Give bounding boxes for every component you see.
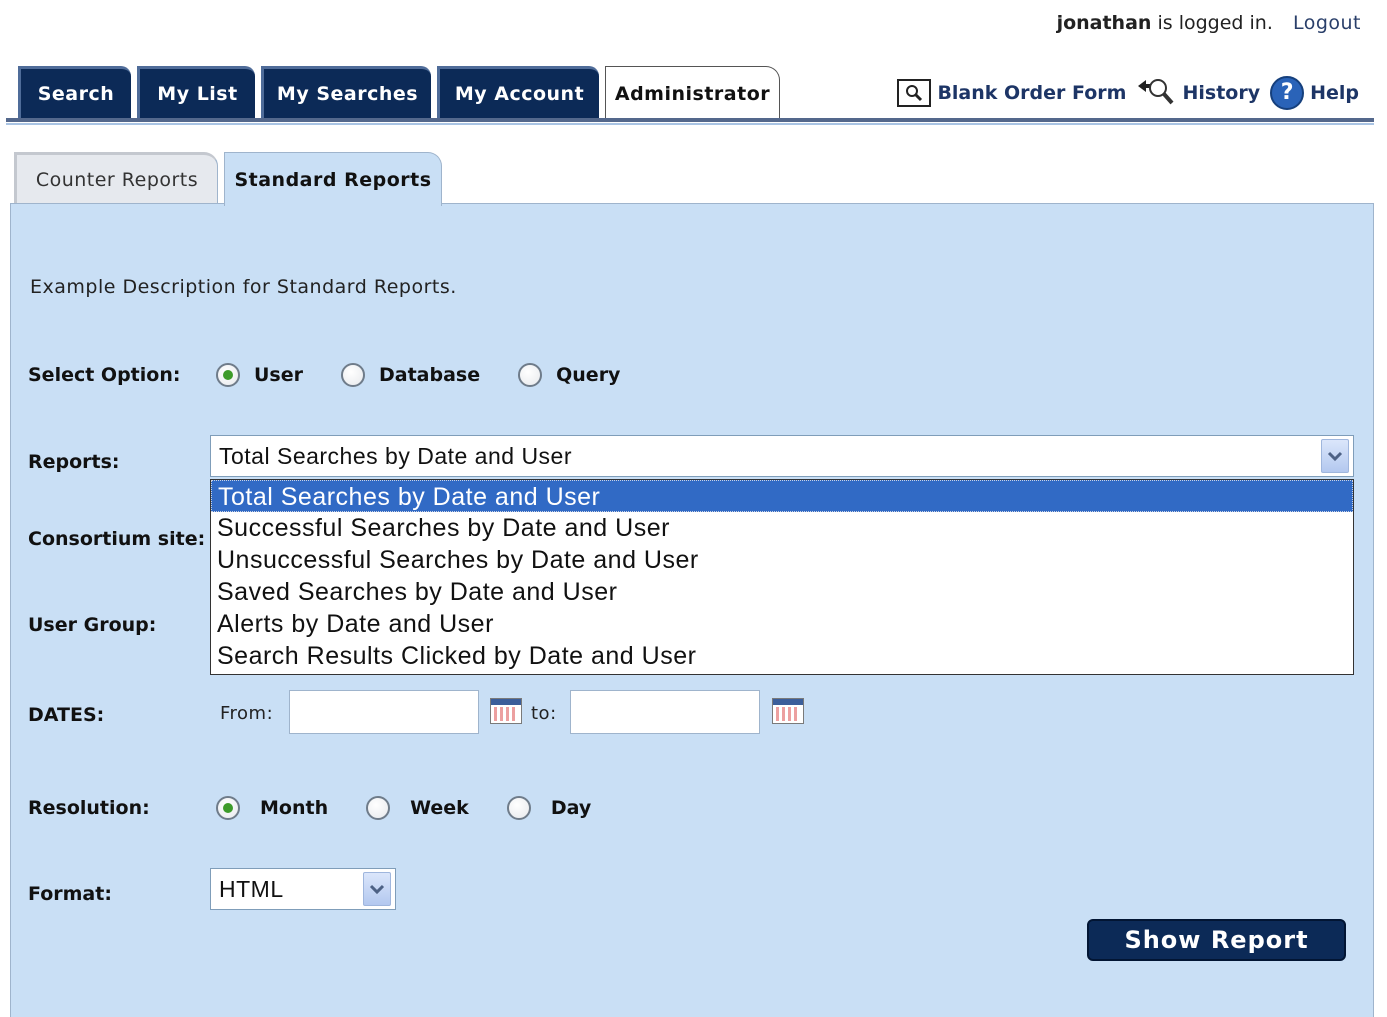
chevron-down-icon[interactable]: [1321, 439, 1349, 473]
reports-label: Reports:: [28, 451, 120, 473]
tab-my-list-label: My List: [157, 82, 238, 105]
history-label: History: [1182, 81, 1261, 104]
radio-selected-dot: [223, 370, 233, 380]
blank-order-form-label: Blank Order Form: [937, 81, 1127, 104]
radio-query-label: Query: [556, 364, 621, 386]
show-report-button[interactable]: Show Report: [1087, 919, 1346, 961]
report-option[interactable]: Total Searches by Date and User: [211, 480, 1353, 512]
reports-dropdown-list: Total Searches by Date and User Successf…: [210, 479, 1354, 675]
logout-link[interactable]: Logout: [1293, 12, 1361, 34]
radio-user[interactable]: [216, 363, 240, 387]
report-option[interactable]: Unsuccessful Searches by Date and User: [211, 544, 1353, 576]
resolution-group: Month Week Day: [216, 796, 591, 820]
report-option[interactable]: Search Results Clicked by Date and User: [211, 640, 1353, 672]
radio-day[interactable]: [506, 796, 531, 820]
report-option[interactable]: Alerts by Date and User: [211, 608, 1353, 640]
radio-month-label: Month: [260, 797, 329, 819]
radio-month[interactable]: [216, 796, 240, 820]
calendar-icon[interactable]: [490, 698, 522, 724]
tab-my-account[interactable]: My Account: [437, 66, 599, 118]
username: jonathan: [1056, 12, 1152, 34]
reports-select[interactable]: Total Searches by Date and User: [210, 435, 1354, 477]
radio-database[interactable]: [341, 363, 365, 387]
select-option-group: User Database Query: [216, 363, 620, 387]
tab-bar-divider: [6, 118, 1374, 122]
show-report-label: Show Report: [1124, 926, 1309, 954]
help-icon: ?: [1270, 75, 1305, 110]
tab-standard-reports[interactable]: Standard Reports: [224, 152, 442, 206]
tab-administrator-label: Administrator: [614, 82, 771, 105]
radio-user-label: User: [254, 364, 303, 386]
format-label: Format:: [28, 883, 112, 905]
tab-standard-reports-label: Standard Reports: [234, 168, 432, 191]
tab-search[interactable]: Search: [18, 66, 131, 118]
tab-administrator[interactable]: Administrator: [605, 66, 780, 120]
tab-counter-reports[interactable]: Counter Reports: [14, 152, 218, 204]
help-label: Help: [1310, 81, 1359, 104]
radio-day-label: Day: [550, 797, 592, 819]
calendar-icon[interactable]: [772, 698, 804, 724]
dates-label: DATES:: [28, 704, 105, 726]
radio-week[interactable]: [366, 796, 391, 820]
user-group-label: User Group:: [28, 614, 157, 636]
radio-database-label: Database: [379, 364, 481, 386]
radio-selected-dot: [223, 803, 233, 813]
logged-in-text: is logged in.: [1157, 12, 1273, 34]
to-date-input[interactable]: [570, 690, 760, 734]
tab-search-label: Search: [37, 82, 115, 105]
report-option[interactable]: Saved Searches by Date and User: [211, 576, 1353, 608]
report-description: Example Description for Standard Reports…: [30, 276, 457, 298]
magnifier-form-icon: [897, 78, 932, 107]
consortium-site-label: Consortium site:: [28, 528, 206, 550]
radio-query[interactable]: [518, 363, 543, 387]
top-links: Blank Order Form History ? Help: [887, 74, 1359, 111]
help-link[interactable]: ? Help: [1270, 75, 1359, 110]
history-icon: [1136, 74, 1176, 111]
tab-my-searches[interactable]: My Searches: [261, 66, 431, 118]
tab-my-searches-label: My Searches: [276, 82, 419, 105]
blank-order-form-link[interactable]: Blank Order Form: [897, 78, 1127, 107]
format-select-value: HTML: [219, 875, 284, 902]
tab-counter-reports-label: Counter Reports: [35, 168, 199, 191]
chevron-down-icon[interactable]: [363, 872, 391, 906]
to-label: to:: [531, 703, 557, 724]
tab-bar-divider-light: [6, 123, 1374, 125]
format-select[interactable]: HTML: [210, 868, 396, 910]
radio-week-label: Week: [410, 797, 469, 819]
reports-select-value: Total Searches by Date and User: [219, 442, 573, 469]
tab-my-account-label: My Account: [454, 82, 585, 105]
resolution-label: Resolution:: [28, 797, 150, 819]
from-label: From:: [220, 703, 274, 724]
select-option-label: Select Option:: [28, 364, 181, 386]
from-date-input[interactable]: [289, 690, 479, 734]
history-link[interactable]: History: [1136, 74, 1260, 111]
user-status: jonathan is logged in. Logout: [1057, 12, 1361, 34]
tab-my-list[interactable]: My List: [137, 66, 255, 118]
report-option[interactable]: Successful Searches by Date and User: [211, 512, 1353, 544]
